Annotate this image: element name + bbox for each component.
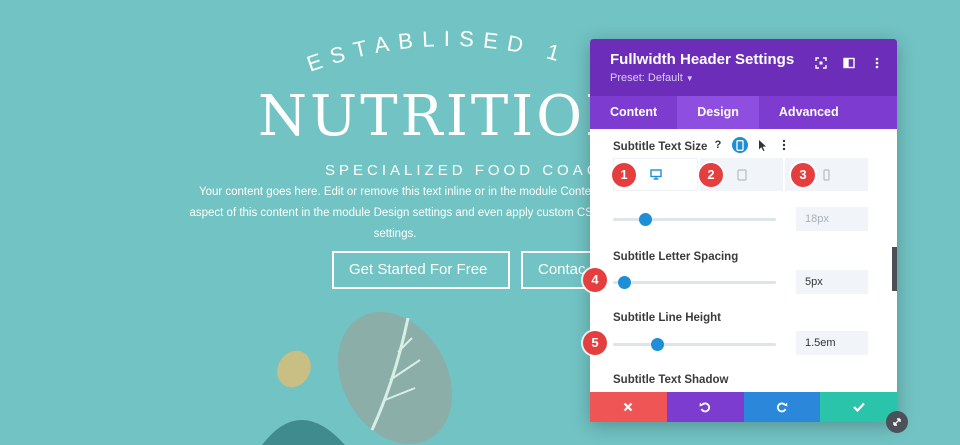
subtitle-letter-spacing-input[interactable]: 5px: [796, 270, 868, 294]
step-badge-5: 5: [583, 331, 607, 355]
help-icon[interactable]: ?: [710, 137, 726, 153]
subtitle-letter-spacing-label: Subtitle Letter Spacing: [613, 251, 739, 263]
subtitle-text-shadow-label: Subtitle Text Shadow: [613, 374, 729, 386]
hero-subtitle: SPECIALIZED FOOD COAC: [325, 162, 602, 179]
hero-body-line: Your content goes here. Edit or remove t…: [198, 186, 592, 198]
panel-tabs: Content Design Advanced: [590, 96, 897, 129]
resize-handle[interactable]: [886, 411, 908, 433]
hero-body-text: Your content goes here. Edit or remove t…: [185, 182, 605, 245]
scrollbar-thumb[interactable]: [892, 247, 897, 291]
panel-footer: [590, 392, 897, 422]
preset-label: Preset: Default: [610, 72, 683, 84]
subtitle-text-size-input[interactable]: 18px: [796, 207, 868, 231]
focus-icon[interactable]: [811, 53, 831, 73]
tab-advanced[interactable]: Advanced: [759, 96, 859, 129]
settings-panel: Fullwidth Header Settings Preset: Defaul…: [590, 39, 897, 422]
hero-body-line: settings.: [373, 228, 417, 240]
sidebar-toggle-icon[interactable]: [839, 53, 859, 73]
step-badge-1: 1: [612, 163, 636, 187]
desktop-icon: [649, 169, 662, 180]
step-badge-3: 3: [791, 163, 815, 187]
slider-handle[interactable]: [618, 276, 631, 289]
responsive-icon[interactable]: [732, 137, 748, 153]
subtitle-line-height-slider[interactable]: [613, 338, 776, 351]
tablet-icon: [736, 168, 747, 181]
resize-icon: [893, 418, 901, 426]
hover-cursor-icon[interactable]: [754, 137, 770, 153]
tab-design[interactable]: Design: [677, 96, 759, 129]
field-options-icon[interactable]: [776, 137, 792, 153]
hero-body-line: aspect of this content in the module Des…: [189, 207, 601, 219]
close-icon: [624, 402, 633, 412]
subtitle-letter-spacing-slider[interactable]: [613, 276, 776, 289]
undo-icon: [699, 402, 711, 413]
get-started-button[interactable]: Get Started For Free: [332, 251, 510, 289]
save-button[interactable]: [820, 392, 897, 422]
panel-header: Fullwidth Header Settings Preset: Defaul…: [590, 39, 897, 96]
subtitle-line-height-label: Subtitle Line Height: [613, 312, 721, 324]
slider-handle[interactable]: [651, 338, 664, 351]
tab-content[interactable]: Content: [590, 96, 677, 129]
subtitle-text-size-slider[interactable]: [613, 213, 776, 226]
hero-title: NUTRITION: [258, 84, 638, 149]
phone-icon: [823, 168, 830, 181]
panel-title: Fullwidth Header Settings: [610, 51, 795, 68]
step-badge-2: 2: [699, 163, 723, 187]
svg-text:ESTABLISED 1: ESTABLISED 1: [304, 26, 572, 77]
checkmark-icon: [852, 402, 865, 412]
redo-button[interactable]: [743, 392, 821, 422]
panel-body: Subtitle Text Size ? 18px Subtitle Lette…: [590, 129, 897, 392]
redo-icon: [776, 402, 788, 413]
preset-selector[interactable]: Preset: Default ▼: [610, 72, 694, 84]
slider-handle[interactable]: [639, 213, 652, 226]
caret-down-icon: ▼: [685, 74, 694, 83]
more-options-icon[interactable]: [867, 53, 887, 73]
discard-button[interactable]: [590, 392, 667, 422]
subtitle-text-size-label: Subtitle Text Size: [613, 141, 708, 153]
step-badge-4: 4: [583, 268, 607, 292]
undo-button[interactable]: [666, 392, 744, 422]
subtitle-line-height-input[interactable]: 1.5em: [796, 331, 868, 355]
device-tabs: [613, 158, 868, 191]
